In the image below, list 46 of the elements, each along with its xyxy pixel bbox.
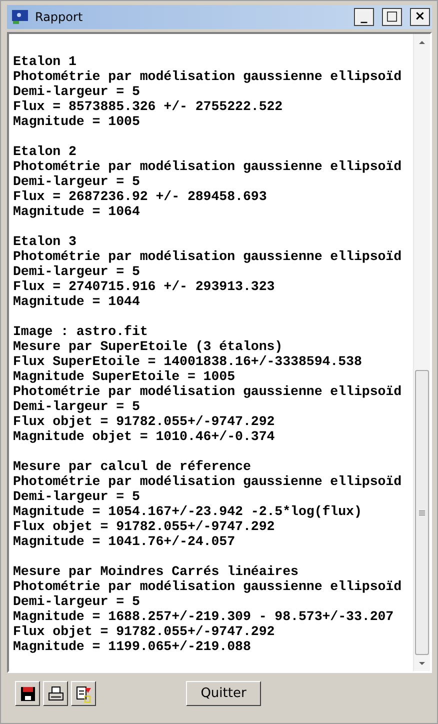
report-line: Mesure par Moindres Carrés linéaires xyxy=(13,564,300,579)
report-line: Magnitude objet = 1010.46+/-0.374 xyxy=(13,429,276,444)
report-line: Etalon 1 xyxy=(13,54,78,69)
report-line: Magnitude = 1688.257+/-219.309 - 98.573+/-33.207 xyxy=(13,609,395,624)
report-line: Etalon 3 xyxy=(13,234,78,249)
report-line: Photométrie par modélisation gaussienne ellipsoïd xyxy=(13,69,403,84)
report-line: Photométrie par modélisation gaussienne ellipsoïd xyxy=(13,159,403,174)
report-line: Photométrie par modélisation gaussienne ellipsoïd xyxy=(13,384,403,399)
close-button[interactable]: × xyxy=(410,8,430,26)
document-arrow-icon xyxy=(74,684,92,702)
report-line: Mesure par calcul de réference xyxy=(13,459,252,474)
report-line: Demi-largeur = 5 xyxy=(13,264,141,279)
report-line: Magnitude = 1041.76+/-24.057 xyxy=(13,534,236,549)
report-line: Flux objet = 91782.055+/-9747.292 xyxy=(13,519,276,534)
report-line: Demi-largeur = 5 xyxy=(13,489,141,504)
report-line: Flux SuperEtoile = 14001838.16+/-3338594.538 xyxy=(13,354,363,369)
report-line: Demi-largeur = 5 xyxy=(13,399,141,414)
report-line: Flux = 2740715.916 +/- 293913.323 xyxy=(13,279,276,294)
minimize-button[interactable]: _ xyxy=(354,8,374,26)
report-line: Magnitude = 1005 xyxy=(13,114,141,129)
window-title: Rapport xyxy=(35,10,84,24)
quit-button[interactable]: Quitter xyxy=(186,681,261,706)
report-line: Flux = 8573885.326 +/- 2755222.522 xyxy=(13,99,284,114)
report-line: Demi-largeur = 5 xyxy=(13,594,141,609)
print-button[interactable] xyxy=(43,681,68,706)
report-line: Image : astro.fit xyxy=(13,324,149,339)
maximize-button[interactable]: □ xyxy=(382,8,402,26)
report-line: Photométrie par modélisation gaussienne ellipsoïd xyxy=(13,474,403,489)
report-line: Magnitude = 1064 xyxy=(13,204,141,219)
report-line: Magnitude = 1044 xyxy=(13,294,141,309)
report-line: Photométrie par modélisation gaussienne ellipsoïd xyxy=(13,579,403,594)
save-button[interactable] xyxy=(15,681,40,706)
app-icon xyxy=(11,9,29,25)
report-line: Demi-largeur = 5 xyxy=(13,84,141,99)
report-line: Flux objet = 91782.055+/-9747.292 xyxy=(13,414,276,429)
report-line: Etalon 2 xyxy=(13,144,78,159)
report-line: Magnitude = 1054.167+/-23.942 -2.5*log(flux) xyxy=(13,504,363,519)
report-line: Flux = 2687236.92 +/- 289458.693 xyxy=(13,189,268,204)
report-line: Magnitude SuperEtoile = 1005 xyxy=(13,369,236,384)
report-line: Demi-largeur = 5 xyxy=(13,174,141,189)
report-line: Mesure par SuperEtoile (3 étalons) xyxy=(13,339,284,354)
printer-icon xyxy=(46,684,64,702)
report-line: Photométrie par modélisation gaussienne ellipsoïd xyxy=(13,249,403,264)
report-line: Magnitude = 1199.065+/-219.088 xyxy=(13,639,252,654)
report-line: Flux objet = 91782.055+/-9747.292 xyxy=(13,624,276,639)
export-button[interactable] xyxy=(71,681,96,706)
